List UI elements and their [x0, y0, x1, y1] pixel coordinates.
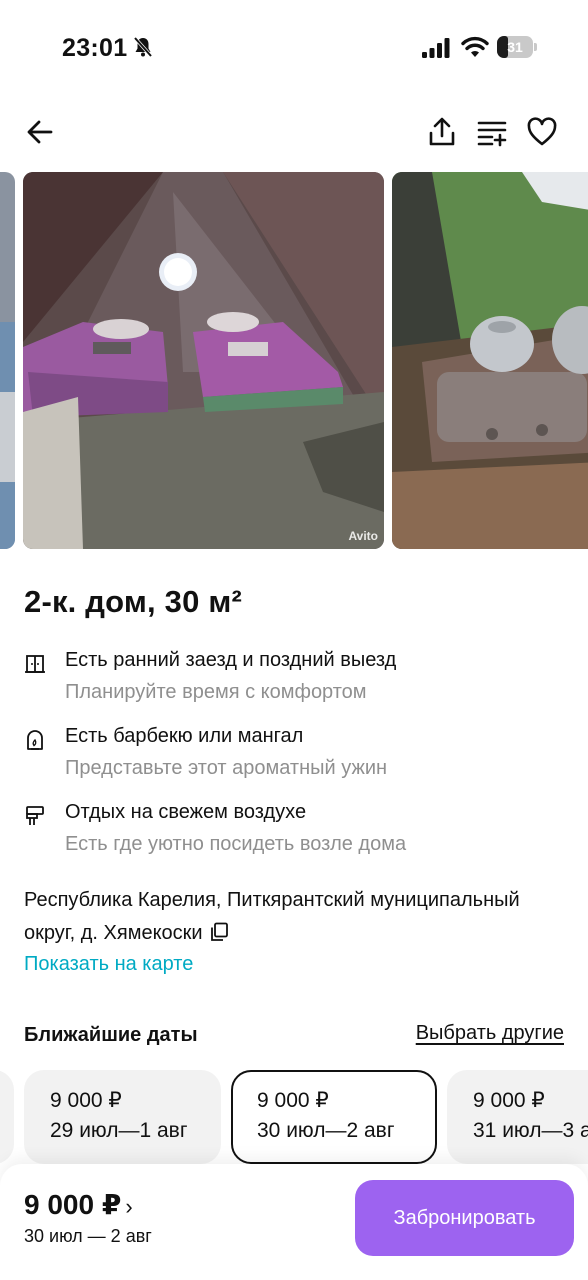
- share-button[interactable]: [424, 114, 460, 150]
- feature-subtitle: Представьте этот ароматный ужин: [65, 757, 388, 779]
- date-card[interactable]: 9 000 ₽ 29 июл—1 авг: [24, 1070, 221, 1164]
- date-card-selected[interactable]: 9 000 ₽ 30 июл—2 авг: [231, 1070, 437, 1164]
- feature-subtitle: Планируйте время с комфортом: [65, 681, 367, 703]
- date-card-range: 31 июл—3 авг: [473, 1119, 588, 1142]
- bench-icon: [26, 806, 44, 825]
- date-card-price: 9 000 ₽: [473, 1089, 545, 1112]
- nearest-dates-title: Ближайшие даты: [24, 1024, 198, 1046]
- booking-bar: 9 000 ₽ › 30 июл — 2 авг Забронировать: [0, 1164, 588, 1280]
- back-button[interactable]: [22, 114, 58, 150]
- choose-other-dates-link[interactable]: Выбрать другие: [416, 1022, 564, 1045]
- date-card-range: 29 июл—1 авг: [50, 1119, 188, 1142]
- compare-icon: [477, 121, 507, 147]
- booking-dates: 30 июл — 2 авг: [24, 1226, 152, 1246]
- feature-title: Есть ранний заезд и поздний выезд: [65, 649, 397, 671]
- listing-title: 2-к. дом, 30 м²: [24, 584, 243, 619]
- wifi-icon: [461, 36, 489, 57]
- address: Республика Карелия, Питкярантский муници…: [24, 884, 564, 950]
- status-bar: 23:01 31: [0, 0, 588, 96]
- signal-icon: [422, 38, 450, 58]
- avito-watermark: Avito: [348, 529, 378, 543]
- share-icon: [429, 117, 455, 146]
- date-card-price: 9 000 ₽: [257, 1089, 329, 1112]
- gallery-photo-current[interactable]: Avito: [23, 172, 384, 549]
- date-card[interactable]: 9 000 ₽ 31 июл—3 авг: [447, 1070, 588, 1164]
- feature-subtitle: Есть где уютно посидеть возле дома: [65, 833, 407, 855]
- top-navigation: [0, 110, 588, 154]
- battery-level: 31: [507, 39, 523, 55]
- date-options: 9 000 ₽ 29 июл—1 авг 9 000 ₽ 30 июл—2 ав…: [0, 1070, 588, 1166]
- date-card-partial[interactable]: [0, 1070, 14, 1164]
- date-card-range: 30 июл—2 авг: [257, 1119, 395, 1142]
- gallery-photo-previous[interactable]: [0, 172, 15, 549]
- bell-slash-icon: [133, 36, 153, 58]
- booking-price[interactable]: 9 000 ₽ ›: [24, 1188, 133, 1221]
- copy-icon[interactable]: [209, 922, 229, 942]
- favorite-button[interactable]: [524, 114, 560, 150]
- gallery-photo-next[interactable]: [392, 172, 588, 549]
- show-on-map-link[interactable]: Показать на карте: [24, 953, 193, 976]
- chevron-right-icon: ›: [125, 1194, 133, 1219]
- compare-button[interactable]: [474, 114, 510, 150]
- feature-title: Отдых на свежем воздухе: [65, 801, 307, 823]
- feature-title: Есть барбекю или мангал: [65, 725, 304, 747]
- grill-icon: [27, 730, 43, 750]
- status-time: 23:01: [62, 34, 128, 62]
- address-text: Республика Карелия, Питкярантский муници…: [24, 889, 520, 944]
- battery-icon: 31: [497, 36, 537, 58]
- heart-icon: [527, 117, 557, 146]
- photo-gallery[interactable]: Avito: [0, 172, 588, 550]
- back-arrow-icon: [27, 120, 53, 144]
- door-icon: [25, 655, 45, 673]
- date-card-price: 9 000 ₽: [50, 1089, 122, 1112]
- book-button[interactable]: Забронировать: [355, 1180, 574, 1256]
- booking-price-value: 9 000 ₽: [24, 1189, 122, 1220]
